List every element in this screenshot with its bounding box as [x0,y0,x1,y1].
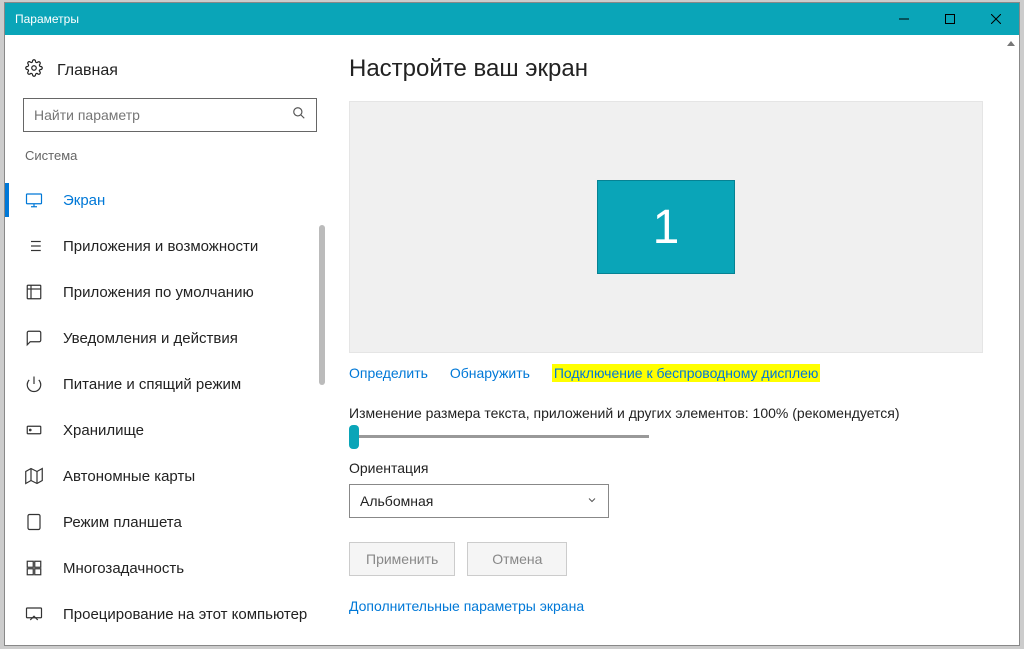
power-icon [25,375,49,393]
page-title: Настройте ваш экран [349,55,983,83]
nav-label: Хранилище [63,422,144,439]
orientation-dropdown[interactable]: Альбомная [349,484,609,518]
client-area: Главная Система Экран [5,35,1019,645]
scale-slider[interactable] [349,435,649,438]
slider-thumb[interactable] [349,425,359,449]
window-title: Параметры [15,12,881,26]
close-button[interactable] [973,3,1019,35]
maps-icon [25,467,49,485]
apply-button[interactable]: Применить [349,542,455,576]
sidebar-item-display[interactable]: Экран [5,177,335,223]
nav-label: Многозадачность [63,560,184,577]
nav-label: Режим планшета [63,514,182,531]
sidebar-item-storage[interactable]: Хранилище [5,407,335,453]
projecting-icon [25,605,49,623]
wireless-display-link[interactable]: Подключение к беспроводному дисплею [552,364,821,382]
minimize-button[interactable] [881,3,927,35]
sidebar: Главная Система Экран [5,35,335,645]
titlebar: Параметры [5,3,1019,35]
button-row: Применить Отмена [349,542,983,576]
cancel-button[interactable]: Отмена [467,542,567,576]
maximize-button[interactable] [927,3,973,35]
monitor-number: 1 [653,200,680,255]
home-button[interactable]: Главная [5,51,335,98]
monitor-thumbnail[interactable]: 1 [597,180,735,274]
sidebar-item-maps[interactable]: Автономные карты [5,453,335,499]
orientation-value: Альбомная [360,493,433,509]
detect-link[interactable]: Обнаружить [450,365,530,381]
chevron-down-icon [586,493,598,509]
nav-label: Уведомления и действия [63,330,238,347]
search-icon [292,106,306,125]
search-wrapper [5,98,335,148]
sidebar-item-projecting[interactable]: Проецирование на этот компьютер [5,591,335,637]
search-input[interactable] [34,107,292,123]
sidebar-item-multitask[interactable]: Многозадачность [5,545,335,591]
gear-icon [25,59,43,82]
multitask-icon [25,559,49,577]
display-icon [25,191,49,209]
display-preview: 1 [349,101,983,353]
advanced-display-link[interactable]: Дополнительные параметры экрана [349,598,584,614]
nav-label: Проецирование на этот компьютер [63,606,307,623]
display-links: Определить Обнаружить Подключение к бесп… [349,365,983,381]
search-box[interactable] [23,98,317,132]
scale-label: Изменение размера текста, приложений и д… [349,405,983,421]
category-label: Система [5,148,335,171]
nav-label: Приложения по умолчанию [63,284,254,301]
main-panel: Настройте ваш экран 1 Определить Обнаруж… [335,35,1019,645]
tablet-icon [25,513,49,531]
storage-icon [25,421,49,439]
settings-window: Параметры Главная [4,2,1020,646]
nav-label: Приложения и возможности [63,238,258,255]
sidebar-item-notifications[interactable]: Уведомления и действия [5,315,335,361]
notifications-icon [25,329,49,347]
sidebar-item-default-apps[interactable]: Приложения по умолчанию [5,269,335,315]
nav-label: Питание и спящий режим [63,376,241,393]
nav-label: Экран [63,192,105,209]
nav-list: Экран Приложения и возможности Приложени… [5,171,335,637]
sidebar-item-apps[interactable]: Приложения и возможности [5,223,335,269]
orientation-label: Ориентация [349,460,983,476]
list-icon [25,237,49,255]
default-apps-icon [25,283,49,301]
nav-label: Автономные карты [63,468,195,485]
sidebar-item-power[interactable]: Питание и спящий режим [5,361,335,407]
home-label: Главная [57,62,118,80]
identify-link[interactable]: Определить [349,365,428,381]
sidebar-item-tablet[interactable]: Режим планшета [5,499,335,545]
sidebar-scrollbar-thumb[interactable] [319,225,325,385]
